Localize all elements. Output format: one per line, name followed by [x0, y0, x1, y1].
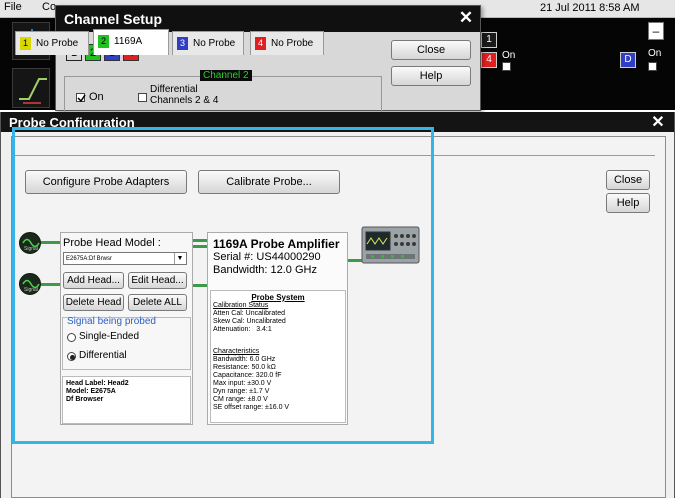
digital-on-label: On [648, 48, 662, 59]
differential-label: Differential [150, 84, 198, 95]
ramp-trigger-icon[interactable] [12, 68, 50, 108]
menu-file[interactable]: File [4, 1, 22, 13]
digital-indicator[interactable]: D [620, 52, 636, 68]
channel-1-indicator: 1 [481, 32, 497, 48]
highlight-frame [12, 127, 434, 444]
channel-group-label: Channel 2 [200, 70, 252, 81]
digital-on-checkbox[interactable] [648, 62, 657, 71]
menu-control[interactable]: Co [42, 1, 56, 13]
channel-4-indicator[interactable]: 4 [481, 52, 497, 68]
tab-channel-3[interactable]: 3 No Probe [172, 31, 244, 55]
on-label: On [89, 91, 104, 103]
channel-setup-title: Channel Setup [64, 11, 163, 27]
close-icon[interactable]: ✕ [647, 112, 669, 132]
tab-channel-2[interactable]: 2 1169A [93, 29, 169, 55]
channel-on-checkbox[interactable] [502, 62, 511, 71]
probe-help-button[interactable]: Help [606, 193, 650, 213]
on-checkbox[interactable] [76, 93, 86, 103]
channel-group-box [64, 76, 382, 116]
channel-setup-dialog: Channel Setup ✕ 1 2 3 4 Close Help Chann… [55, 5, 481, 116]
close-icon[interactable]: ✕ [456, 8, 476, 28]
differential-checkbox[interactable] [138, 93, 147, 102]
channel-on-label: On [502, 50, 516, 61]
channel-close-button[interactable]: Close [391, 40, 471, 60]
minimize-button[interactable]: – [648, 22, 664, 40]
differential-sub-label: Channels 2 & 4 [150, 95, 219, 106]
probe-close-button[interactable]: Close [606, 170, 650, 190]
date-time: 21 Jul 2011 8:58 AM [540, 2, 640, 14]
channel-help-button[interactable]: Help [391, 66, 471, 86]
tab-channel-1[interactable]: 1 No Probe [15, 31, 89, 55]
tab-channel-4[interactable]: 4 No Probe [250, 31, 324, 55]
